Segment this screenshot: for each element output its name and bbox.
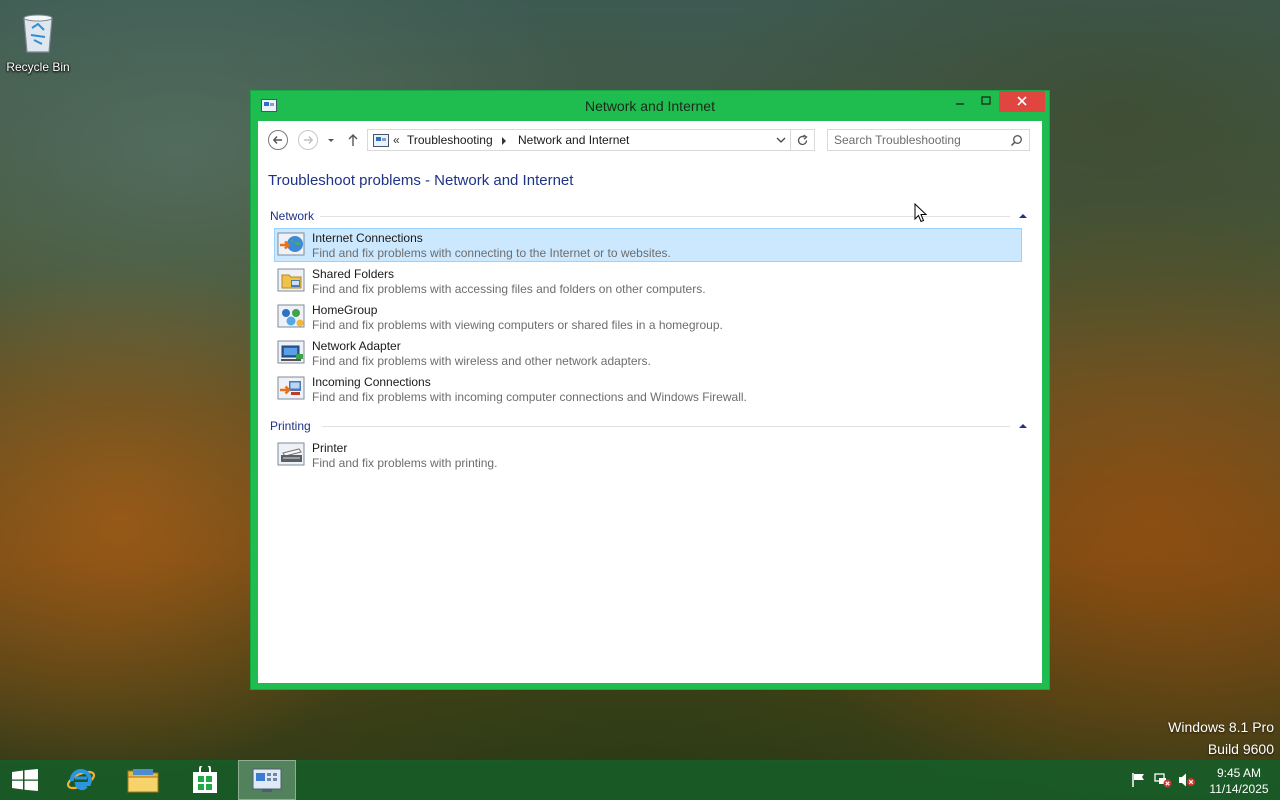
group-divider (318, 216, 1010, 217)
search-box[interactable] (827, 129, 1030, 151)
forward-button[interactable] (298, 130, 318, 150)
store-icon (193, 766, 217, 793)
refresh-button[interactable] (791, 129, 815, 151)
taskbar-file-explorer[interactable] (114, 760, 172, 800)
mouse-cursor-icon (914, 203, 928, 223)
printer-icon (277, 441, 307, 469)
start-icon (12, 769, 38, 791)
troubleshooter-description: Find and fix problems with incoming comp… (312, 390, 747, 404)
troubleshooting-window: Network and Internet « Troubleshooting N… (250, 90, 1050, 690)
homegroup-icon (277, 303, 307, 331)
address-dropdown-icon[interactable] (776, 136, 786, 144)
clock-time: 9:45 AM (1216, 766, 1262, 780)
breadcrumb-network-and-internet[interactable]: Network and Internet (518, 133, 629, 147)
volume-muted-icon[interactable] (1178, 772, 1196, 788)
control-panel-icon (252, 768, 282, 792)
taskbar-control-panel[interactable] (238, 760, 296, 800)
taskbar-internet-explorer[interactable] (52, 760, 110, 800)
start-button[interactable] (0, 760, 50, 800)
troubleshooter-description: Find and fix problems with accessing fil… (312, 282, 706, 296)
minimize-button[interactable] (947, 91, 973, 112)
troubleshooter-name[interactable]: Internet Connections (312, 231, 423, 245)
shared-folders-icon (277, 267, 307, 295)
internet-connections-icon (277, 231, 307, 259)
troubleshooter-name[interactable]: Incoming Connections (312, 375, 431, 389)
search-input[interactable] (828, 130, 1004, 150)
address-bar[interactable]: « Troubleshooting Network and Internet (367, 129, 791, 151)
troubleshooter-description: Find and fix problems with connecting to… (312, 246, 671, 260)
group-name-network: Network (270, 209, 321, 223)
group-header-printing[interactable]: Printing (270, 419, 1030, 435)
group-name-printing: Printing (270, 419, 317, 433)
recycle-bin-icon (18, 8, 58, 56)
navigation-bar: « Troubleshooting Network and Internet (258, 121, 1042, 159)
troubleshooter-description: Find and fix problems with viewing compu… (312, 318, 723, 332)
window-title: Network and Internet (585, 98, 715, 114)
breadcrumb-separator-icon[interactable] (502, 137, 506, 145)
back-button[interactable] (268, 130, 288, 150)
recycle-bin[interactable]: Recycle Bin (6, 8, 70, 74)
taskbar-clock[interactable]: 9:45 AM 11/14/2025 (1202, 765, 1276, 797)
close-button[interactable] (999, 91, 1045, 112)
troubleshooter-network-adapter[interactable]: Network Adapter Find and fix problems wi… (274, 336, 1022, 370)
forward-arrow-icon (304, 136, 314, 144)
troubleshooter-printer[interactable]: Printer Find and fix problems with print… (274, 438, 1022, 472)
troubleshooter-description: Find and fix problems with wireless and … (312, 354, 651, 368)
network-adapter-icon (277, 339, 307, 367)
taskbar-store[interactable] (176, 760, 234, 800)
troubleshooter-internet-connections[interactable]: Internet Connections Find and fix proble… (274, 228, 1022, 262)
recent-locations-button[interactable] (324, 133, 338, 147)
troubleshooter-name[interactable]: Network Adapter (312, 339, 401, 353)
up-arrow-icon (348, 134, 358, 146)
troubleshooter-homegroup[interactable]: HomeGroup Find and fix problems with vie… (274, 300, 1022, 334)
troubleshooter-description: Find and fix problems with printing. (312, 456, 498, 470)
title-bar[interactable]: Network and Internet (251, 91, 1049, 121)
collapse-chevron-icon[interactable] (1016, 420, 1030, 432)
up-button[interactable] (346, 133, 360, 147)
refresh-icon (797, 134, 808, 146)
troubleshooter-name[interactable]: Shared Folders (312, 267, 394, 281)
clock-date: 11/14/2025 (1209, 782, 1269, 796)
troubleshooter-name[interactable]: Printer (312, 441, 347, 455)
troubleshooter-incoming-connections[interactable]: Incoming Connections Find and fix proble… (274, 372, 1022, 406)
troubleshooter-shared-folders[interactable]: Shared Folders Find and fix problems wit… (274, 264, 1022, 298)
breadcrumb-troubleshooting[interactable]: Troubleshooting (407, 133, 493, 147)
action-center-flag-icon[interactable] (1130, 772, 1148, 788)
troubleshooter-name[interactable]: HomeGroup (312, 303, 377, 317)
maximize-button[interactable] (973, 91, 999, 112)
windows-build: Build 9600 (1207, 741, 1274, 757)
incoming-connections-icon (277, 375, 307, 403)
chevron-down-icon (328, 139, 334, 142)
file-explorer-icon (127, 769, 159, 793)
control-panel-icon (373, 134, 389, 147)
internet-explorer-icon (66, 769, 96, 791)
recycle-bin-label: Recycle Bin (6, 60, 70, 74)
search-icon[interactable] (1010, 134, 1023, 147)
page-title: Troubleshoot problems - Network and Inte… (268, 172, 574, 189)
group-divider (322, 426, 1010, 427)
network-error-icon[interactable] (1154, 772, 1172, 788)
collapse-chevron-icon[interactable] (1016, 210, 1030, 222)
windows-branding: Windows 8.1 Pro Build 9600 (1168, 716, 1274, 760)
taskbar: 9:45 AM 11/14/2025 (0, 760, 1280, 800)
windows-edition: Windows 8.1 Pro (1168, 719, 1274, 735)
back-arrow-icon (272, 136, 282, 144)
breadcrumb-overflow[interactable]: « (393, 133, 400, 147)
